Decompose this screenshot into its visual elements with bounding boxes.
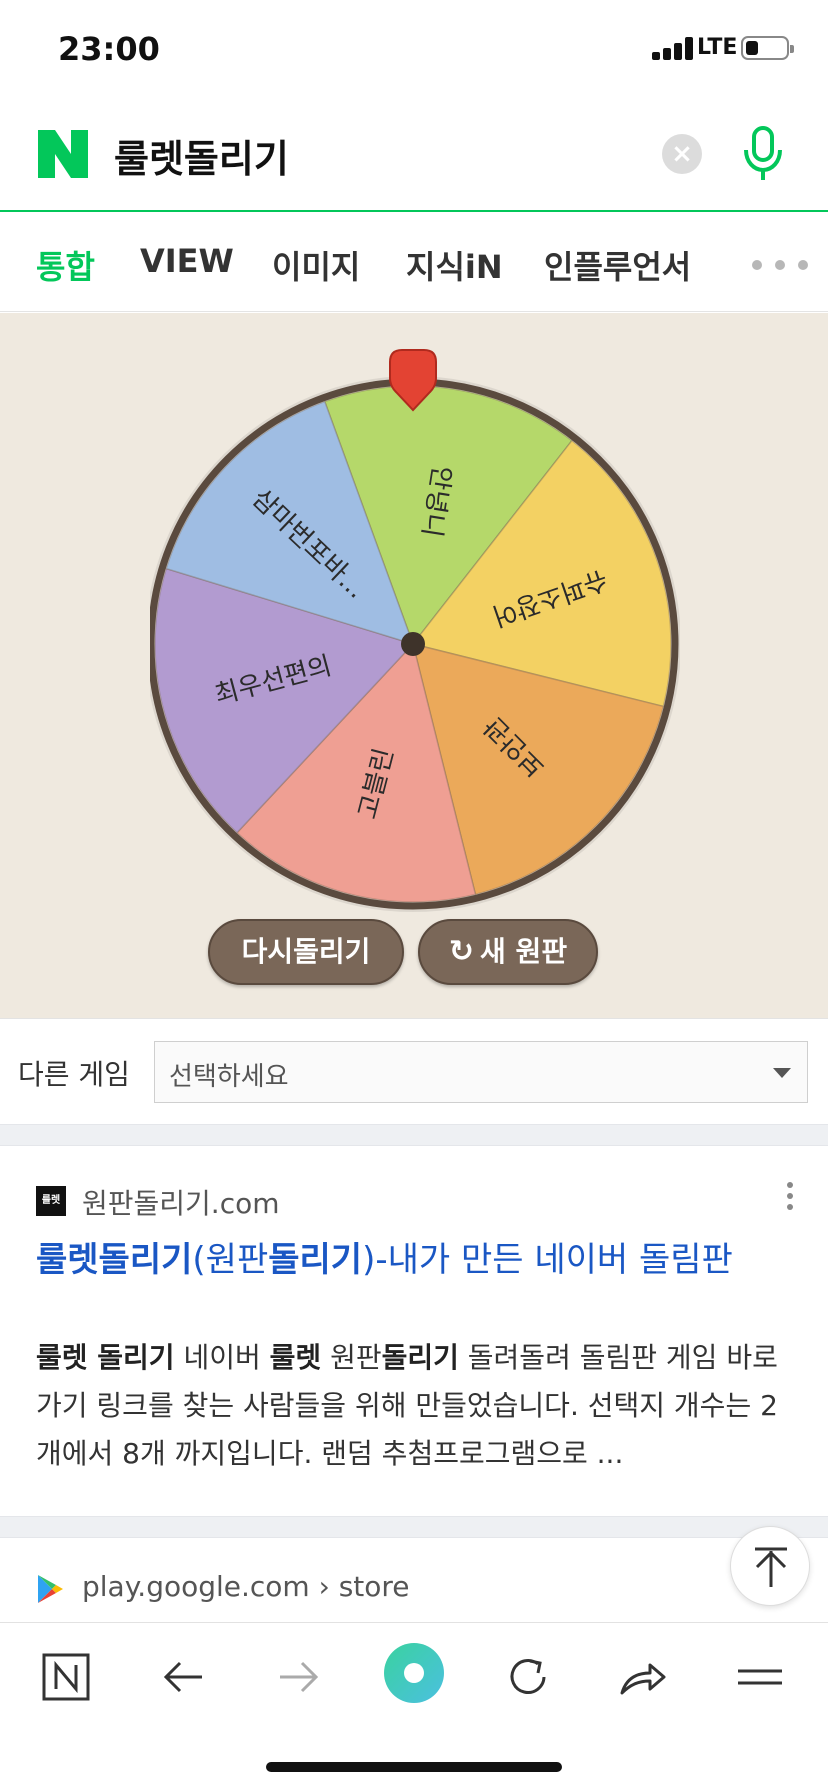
snippet-text: 원판 [321, 1341, 382, 1374]
share-icon[interactable] [614, 1649, 670, 1705]
title-keyword: 돌리기 [268, 1240, 363, 1280]
tab-integrated[interactable]: 통합 [36, 242, 95, 288]
green-dot-icon[interactable] [382, 1641, 446, 1705]
refresh-icon: ↻ [448, 934, 475, 969]
chevron-down-icon [773, 1068, 791, 1078]
network-label: LTE [697, 35, 738, 60]
select-value: 선택하세요 [169, 1062, 289, 1092]
section-divider [0, 1516, 828, 1538]
clear-search-icon[interactable]: × [662, 134, 702, 174]
title-text: )-내가 만든 네이버 돌림판 [362, 1240, 733, 1280]
roulette-widget: 안녕니 슈퍼소장어 보안관 고블린 최우선편의 삼마번포바... 다시돌리기 ↻ 새 원판 [0, 313, 828, 1018]
new-wheel-label: 새 원판 [480, 935, 568, 968]
microphone-icon[interactable] [740, 126, 786, 182]
tab-knowledge-in[interactable]: 지식iN [406, 242, 503, 288]
status-bar: 23:00 LTE [0, 0, 828, 100]
naver-logo-icon[interactable] [38, 130, 88, 178]
back-arrow-icon[interactable] [156, 1649, 212, 1705]
search-bar: 룰렛돌리기 × [0, 100, 828, 212]
search-tabs: 통합 VIEW 이미지 지식iN 인플루언서 [0, 212, 828, 312]
result-snippet: 룰렛 돌리기 네이버 룰렛 원판돌리기 돌려돌려 돌림판 게임 바로가기 링크를… [36, 1334, 796, 1478]
tab-images[interactable]: 이미지 [272, 242, 360, 288]
refresh-icon[interactable] [500, 1649, 556, 1705]
snippet-text: 네이버 [174, 1341, 270, 1374]
other-game-label: 다른 게임 [18, 1058, 130, 1091]
title-keyword: 룰렛돌리기 [36, 1240, 193, 1280]
snippet-keyword: 돌리기 [381, 1341, 459, 1374]
tab-view[interactable]: VIEW [140, 242, 234, 280]
snippet-keyword: 룰렛 돌리기 [36, 1341, 175, 1374]
new-wheel-button[interactable]: ↻ 새 원판 [418, 919, 598, 985]
title-text: (원판 [192, 1240, 269, 1280]
other-game-select[interactable]: 선택하세요 [154, 1041, 808, 1103]
search-result: 룰렛 원판돌리기.com 룰렛돌리기(원판돌리기)-내가 만든 네이버 돌림판 … [0, 1148, 828, 1516]
battery-icon [741, 36, 794, 60]
wheel-hub [401, 632, 425, 656]
result-title-link[interactable]: 룰렛돌리기(원판돌리기)-내가 만든 네이버 돌림판 [36, 1232, 733, 1281]
search-result: play.google.com › store [0, 1538, 828, 1622]
status-time: 23:00 [58, 30, 160, 68]
roulette-wheel[interactable]: 안녕니슈퍼소장어보안관고블린최우선편의삼마번포바... [150, 338, 680, 938]
more-tabs-icon[interactable] [752, 260, 808, 270]
more-options-icon[interactable] [786, 1182, 794, 1212]
search-input[interactable]: 룰렛돌리기 [114, 128, 289, 183]
other-game-row: 다른 게임 선택하세요 [0, 1018, 828, 1124]
menu-icon[interactable] [732, 1649, 788, 1705]
forward-arrow-icon[interactable] [270, 1649, 326, 1705]
result-site[interactable]: 원판돌리기.com [82, 1182, 280, 1222]
snippet-keyword: 룰렛 [269, 1341, 322, 1374]
arrow-up-icon [755, 1547, 787, 1587]
result-site[interactable]: play.google.com › store [82, 1570, 410, 1603]
site-favicon: 룰렛 [36, 1186, 66, 1216]
naver-home-icon[interactable] [38, 1649, 94, 1705]
section-divider [0, 1124, 828, 1146]
scroll-to-top-button[interactable] [730, 1526, 810, 1606]
tab-influencer[interactable]: 인플루언서 [544, 242, 691, 288]
respin-button[interactable]: 다시돌리기 [208, 919, 404, 985]
signal-icon [652, 36, 696, 60]
home-indicator [266, 1762, 562, 1772]
google-play-icon [38, 1575, 63, 1603]
